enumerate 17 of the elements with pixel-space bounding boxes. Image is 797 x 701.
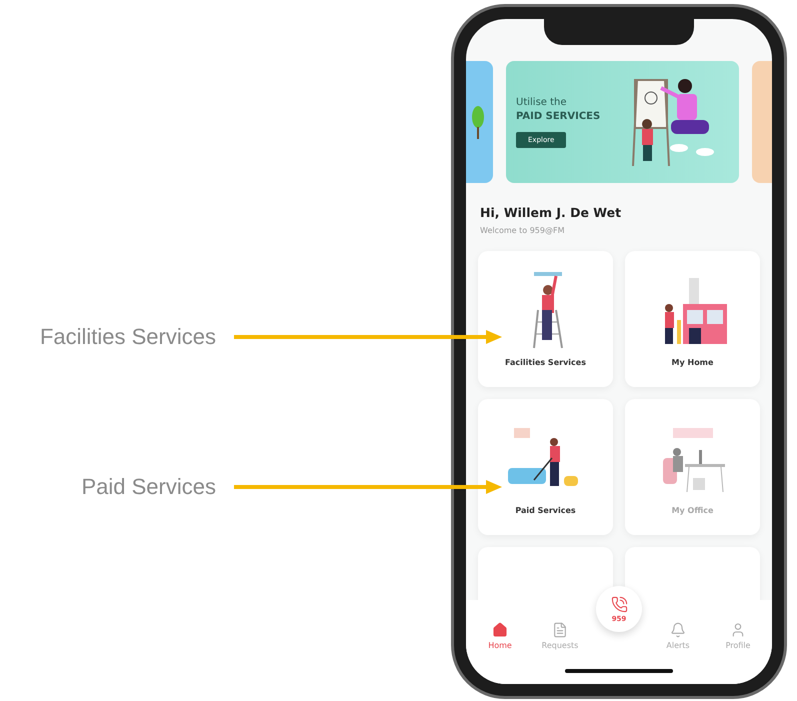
service-tile[interactable]: Paid Services (478, 399, 613, 535)
tab[interactable]: Profile (714, 622, 762, 650)
annotation-label: Paid Services (80, 474, 216, 500)
annotation-label: Facilities Services (38, 324, 216, 350)
tile-label: My Office (672, 506, 714, 515)
tab[interactable]: Home (476, 622, 524, 650)
banner-text: Utilise the (516, 96, 568, 108)
tile-label: Paid Services (515, 506, 576, 515)
tile-label: Facilities Services (505, 358, 586, 367)
service-tile[interactable]: Facilities Services (478, 251, 613, 387)
tab[interactable]: Alerts (654, 622, 702, 650)
banner-heading: PAID SERVICES (516, 110, 600, 122)
service-tile[interactable]: My Home (625, 251, 760, 387)
tile-label: My Home (672, 358, 714, 367)
greeting-subtitle: Welcome to 959@FM (480, 226, 566, 235)
tab[interactable]: Requests (536, 622, 584, 650)
greeting-title: Hi, Willem J. De Wet (480, 205, 622, 220)
